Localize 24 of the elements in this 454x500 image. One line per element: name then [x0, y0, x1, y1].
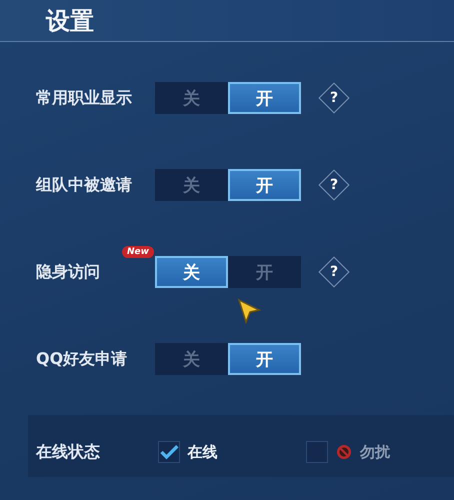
status-option-label: 勿扰: [360, 442, 390, 462]
status-label: 在线状态: [36, 442, 101, 462]
toggle-option[interactable]: 关: [155, 343, 228, 375]
toggle-option[interactable]: 关: [155, 82, 228, 114]
help-button[interactable]: ?: [318, 256, 350, 288]
cursor-icon: [237, 298, 261, 324]
setting-label: 隐身访问: [36, 262, 101, 282]
block-icon: [336, 444, 352, 460]
window-title: 设置: [46, 6, 94, 36]
toggle-option[interactable]: 开: [228, 343, 301, 375]
toggle-option[interactable]: 开: [228, 256, 301, 288]
checkbox[interactable]: [158, 441, 180, 463]
new-badge: New: [122, 246, 154, 258]
setting-label: 组队中被邀请: [36, 174, 133, 196]
help-button[interactable]: ?: [318, 169, 350, 201]
status-option-label: 在线: [188, 442, 218, 462]
toggle-option[interactable]: 关: [155, 256, 228, 288]
toggle-option[interactable]: 开: [228, 82, 301, 114]
setting-label: 常用职业显示: [36, 88, 133, 108]
help-button[interactable]: ?: [318, 82, 350, 114]
toggle-option[interactable]: 关: [155, 169, 228, 201]
setting-label: QQ好友申请: [36, 348, 128, 370]
checkbox[interactable]: [306, 441, 328, 463]
toggle-option[interactable]: 开: [228, 169, 301, 201]
